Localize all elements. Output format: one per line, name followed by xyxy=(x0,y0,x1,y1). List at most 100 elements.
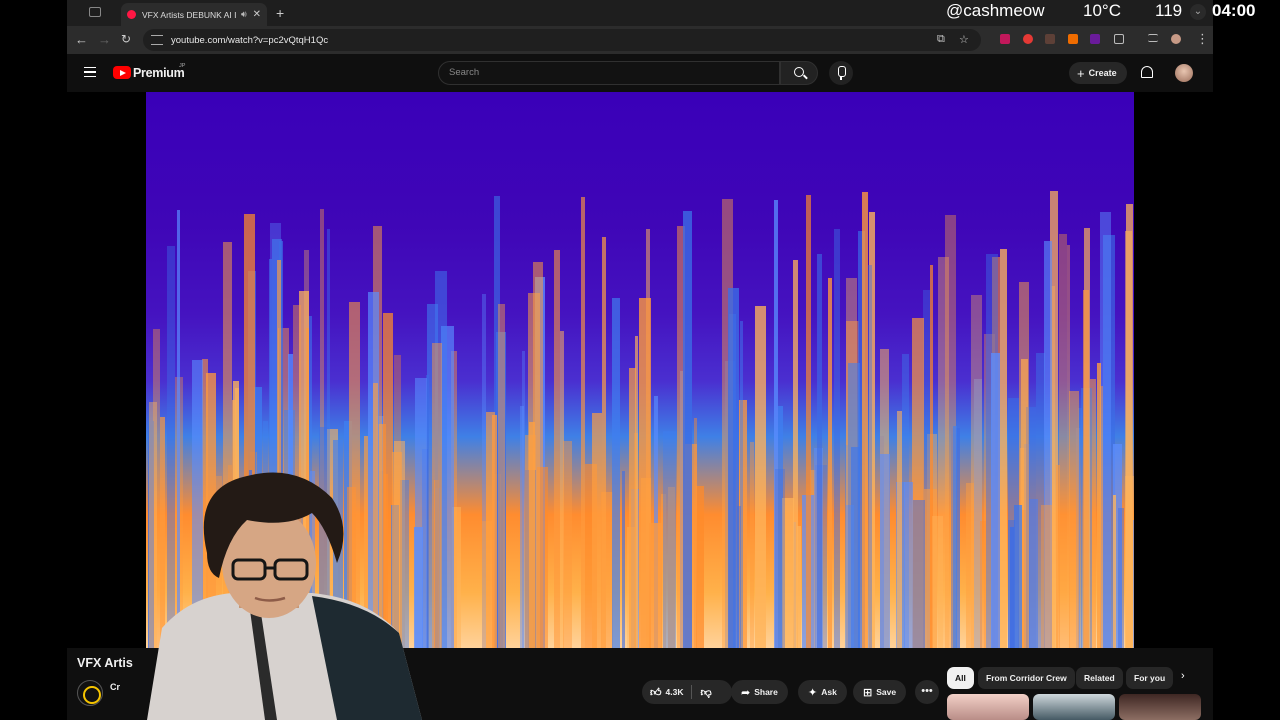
spectrogram-streak xyxy=(432,342,442,648)
chip-for-you[interactable]: For you xyxy=(1126,667,1174,689)
forward-icon[interactable]: → xyxy=(98,32,111,47)
spectrogram-streak xyxy=(519,405,525,648)
spectrogram-streak xyxy=(805,195,811,648)
spectrogram-streak xyxy=(611,297,621,648)
speaker-icon[interactable]: 🔊︎ xyxy=(241,9,247,20)
spectrogram-streak xyxy=(847,363,860,648)
thumbs-up-icon[interactable]: 👍︎ xyxy=(642,686,662,699)
spectrogram-streak xyxy=(563,441,573,648)
recommended-thumbnail[interactable] xyxy=(947,694,1029,720)
spectrogram-streak xyxy=(1055,464,1061,648)
browser-tab[interactable]: VFX Artists DEBUNK AI In 🔊︎ ✕ xyxy=(121,3,267,26)
notifications-bell-icon[interactable] xyxy=(1141,66,1153,78)
spectrogram-streak xyxy=(999,249,1008,648)
menu-icon[interactable] xyxy=(84,67,96,77)
spectrogram-streak xyxy=(1068,390,1080,648)
youtube-premium-logo[interactable]: Premium xyxy=(133,66,185,80)
video-title: VFX Artis xyxy=(77,656,133,670)
search-icon xyxy=(794,67,804,77)
account-avatar[interactable] xyxy=(1175,64,1193,82)
spectrogram-streak xyxy=(649,522,663,648)
webcam-person xyxy=(147,472,422,720)
plus-icon: + xyxy=(1077,65,1085,81)
recommended-thumbnail[interactable] xyxy=(1119,694,1201,720)
recommended-thumbnail[interactable] xyxy=(1033,694,1115,720)
save-label: Save xyxy=(876,687,897,697)
chevron-right-icon[interactable]: › xyxy=(1181,670,1185,682)
spectrogram-streak xyxy=(1083,289,1090,648)
overlay-temperature: 10°C xyxy=(1083,1,1121,20)
spectrogram-streak xyxy=(1041,504,1053,648)
spectrogram-streak xyxy=(498,304,506,648)
spectrogram-streak xyxy=(932,515,943,648)
spectrogram-streak xyxy=(491,415,497,648)
overlay-time: 04:00 xyxy=(1212,1,1256,20)
spectrogram-streak xyxy=(683,210,692,648)
spectrogram-streak xyxy=(1113,495,1117,648)
back-icon[interactable]: ← xyxy=(75,32,88,47)
spectrogram-streak xyxy=(628,368,636,648)
region-code: JP xyxy=(179,63,186,69)
spectrogram-streak xyxy=(662,430,676,648)
profile-icon[interactable] xyxy=(1171,34,1181,44)
new-tab-icon[interactable]: + xyxy=(276,5,284,21)
extension-icon[interactable] xyxy=(1000,34,1010,44)
extension-icon[interactable] xyxy=(1045,34,1055,44)
spectrogram-streak xyxy=(904,482,914,648)
spectrogram-streak xyxy=(749,441,754,648)
divider xyxy=(691,685,693,699)
voice-search-icon[interactable] xyxy=(829,61,853,85)
share-icon: ➦ xyxy=(741,686,751,699)
spectrogram-streak xyxy=(775,469,786,648)
search-input[interactable]: Search xyxy=(438,61,780,85)
reload-icon[interactable]: ↻ xyxy=(121,32,131,46)
spectrogram-streak xyxy=(1096,363,1101,648)
create-button[interactable]: + Create xyxy=(1069,62,1127,84)
spectrogram-streak xyxy=(728,288,740,648)
chip-all[interactable]: All xyxy=(947,667,974,689)
extension-icon[interactable] xyxy=(1068,34,1078,44)
close-tab-icon[interactable]: ✕ xyxy=(253,9,261,20)
spectrogram-streak xyxy=(979,521,986,648)
spectrogram-streak xyxy=(833,228,841,648)
spectrogram-streak xyxy=(553,250,560,648)
cast-icon[interactable]: ⧉ xyxy=(937,33,945,46)
youtube-logo-icon[interactable] xyxy=(113,66,131,79)
address-bar[interactable]: youtube.com/watch?v=pc2vQtqH1Qc ⧉ ☆ xyxy=(143,29,981,51)
channel-avatar[interactable] xyxy=(77,680,103,706)
spectrogram-streak xyxy=(966,482,975,648)
browser-menu-icon[interactable]: ⋮ xyxy=(1196,31,1209,47)
spectrogram-streak xyxy=(622,470,626,648)
ask-label: Ask xyxy=(821,687,837,697)
bookmark-star-icon[interactable]: ☆ xyxy=(959,33,969,46)
url-text: youtube.com/watch?v=pc2vQtqH1Qc xyxy=(171,34,329,46)
spectrogram-streak xyxy=(796,526,801,648)
spectrogram-streak xyxy=(755,305,766,648)
browser-toolbar: ← → ↻ youtube.com/watch?v=pc2vQtqH1Qc ⧉ … xyxy=(67,26,1213,54)
spectrogram-streak xyxy=(1007,520,1016,648)
chevron-down-icon: ⌄ xyxy=(1190,4,1206,20)
site-info-icon[interactable] xyxy=(151,35,163,45)
puzzle-icon[interactable] xyxy=(1114,34,1124,44)
chip-related[interactable]: Related xyxy=(1076,667,1123,689)
share-button[interactable]: ➦ Share xyxy=(731,680,788,704)
ask-button[interactable]: ✦ Ask xyxy=(798,680,847,704)
reading-list-icon[interactable] xyxy=(1148,34,1158,42)
sparkle-icon: ✦ xyxy=(808,686,818,699)
search-button[interactable] xyxy=(780,61,818,85)
thumbs-down-icon[interactable]: 👎︎ xyxy=(700,686,711,699)
extension-icon[interactable] xyxy=(1023,34,1033,44)
channel-name[interactable]: Cr xyxy=(110,682,120,692)
spectrogram-streak xyxy=(524,435,536,648)
spectrogram-streak xyxy=(1117,508,1124,648)
extension-icon[interactable] xyxy=(1090,34,1100,44)
chip-from-corridor-crew[interactable]: From Corridor Crew xyxy=(978,667,1075,689)
youtube-header: Premium JP Search + Create xyxy=(67,54,1213,92)
tab-title: VFX Artists DEBUNK AI In xyxy=(142,9,237,20)
save-button[interactable]: ⊞ Save xyxy=(853,680,907,704)
spectrogram-streak xyxy=(952,425,957,648)
like-count[interactable]: 4.3K xyxy=(666,687,684,697)
youtube-favicon-icon xyxy=(127,10,136,19)
tab-overview-icon[interactable] xyxy=(89,7,101,17)
more-actions-icon[interactable]: ••• xyxy=(915,680,939,704)
